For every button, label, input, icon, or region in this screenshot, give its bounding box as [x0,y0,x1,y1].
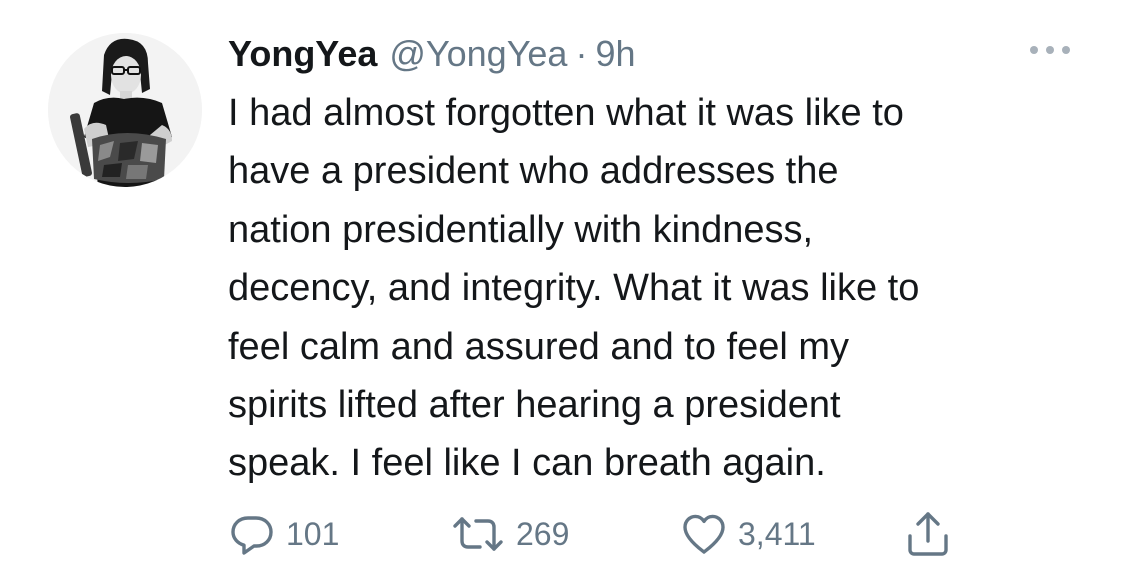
retweet-icon [453,517,503,551]
tweet-text: I had almost forgotten what it was like … [228,84,1108,493]
avatar-image [48,33,202,187]
avatar[interactable] [48,33,202,187]
tweet-text-line: feel calm and assured and to feel my [228,325,850,368]
tweet-text-line: have a president who addresses the [228,150,839,193]
more-options-icon [1030,46,1070,54]
tweet-text-line: I had almost forgotten what it was like … [228,92,904,134]
share-button[interactable] [904,508,952,560]
reply-button[interactable]: 101 [228,508,339,560]
tweet-text-line: decency, and integrity. What it was like… [228,267,920,310]
reply-icon [231,516,273,555]
like-button[interactable]: 3,411 [680,508,816,560]
like-count: 3,411 [738,515,816,552]
retweet-count: 269 [516,515,570,552]
tweet-actions: 101 269 3,411 [228,508,1028,560]
retweet-button[interactable]: 269 [450,508,569,560]
timestamp[interactable]: 9h [595,30,635,78]
separator-dot: · [575,33,588,74]
user-handle[interactable]: @YongYea [389,30,567,78]
tweet-text-line: spirits lifted after hearing a president [228,384,841,427]
heart-icon [683,514,725,554]
tweet-header: YongYea @YongYea · 9h [228,30,636,78]
share-icon [908,512,948,556]
tweet-text-line: speak. I feel like I can breath again. [228,442,826,485]
reply-count: 101 [286,515,340,552]
tweet-text-line: nation presidentially with kindness, [228,208,814,251]
display-name[interactable]: YongYea [228,30,377,78]
more-options-button[interactable] [1024,36,1076,64]
